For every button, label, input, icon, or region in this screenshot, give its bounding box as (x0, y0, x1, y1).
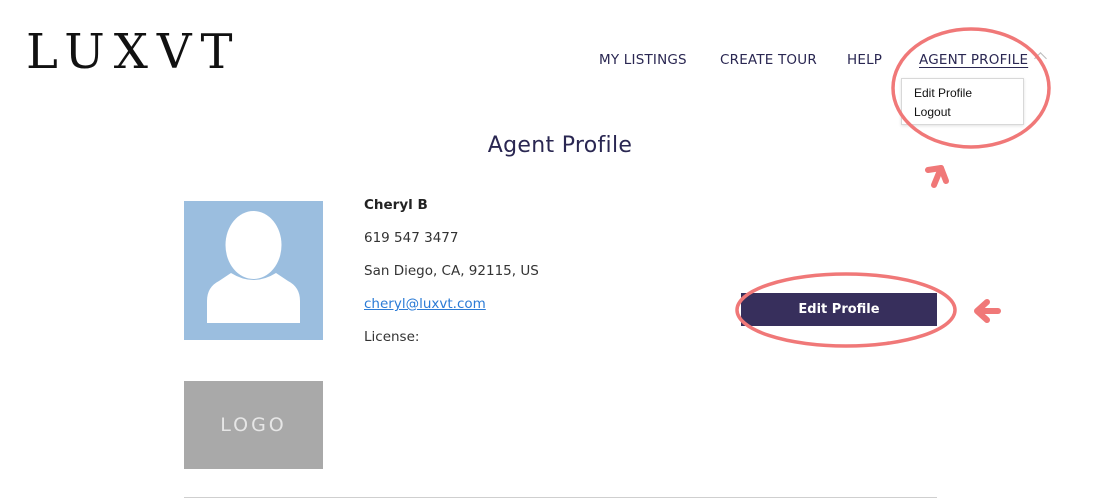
annotation-arrow-left-icon (974, 299, 1001, 323)
agent-phone: 619 547 3477 (364, 230, 459, 246)
main-nav: MY LISTINGS CREATE TOUR HELP AGENT PROFI… (0, 52, 1120, 72)
nav-agent-profile[interactable]: AGENT PROFILE (919, 52, 1028, 68)
annotation-arrow-up-icon (925, 165, 949, 188)
avatar (184, 201, 323, 340)
edit-profile-button[interactable]: Edit Profile (741, 293, 937, 326)
agent-email-link[interactable]: cheryl@luxvt.com (364, 296, 486, 312)
agent-location: San Diego, CA, 92115, US (364, 263, 539, 279)
agent-profile-dropdown: Edit Profile Logout (901, 78, 1024, 125)
page-title: Agent Profile (487, 133, 633, 158)
profile-info: Cheryl B 619 547 3477 San Diego, CA, 921… (364, 196, 539, 361)
nav-create-tour[interactable]: CREATE TOUR (720, 52, 817, 68)
agent-logo-placeholder: LOGO (184, 381, 323, 469)
user-silhouette-icon (207, 211, 300, 323)
nav-my-listings[interactable]: MY LISTINGS (599, 52, 687, 68)
dropdown-item-logout[interactable]: Logout (902, 103, 1023, 122)
agent-name: Cheryl B (364, 197, 428, 213)
dropdown-item-edit-profile[interactable]: Edit Profile (902, 84, 1023, 103)
section-divider (184, 497, 937, 498)
agent-license: License: (364, 329, 420, 345)
nav-help[interactable]: HELP (847, 52, 882, 68)
